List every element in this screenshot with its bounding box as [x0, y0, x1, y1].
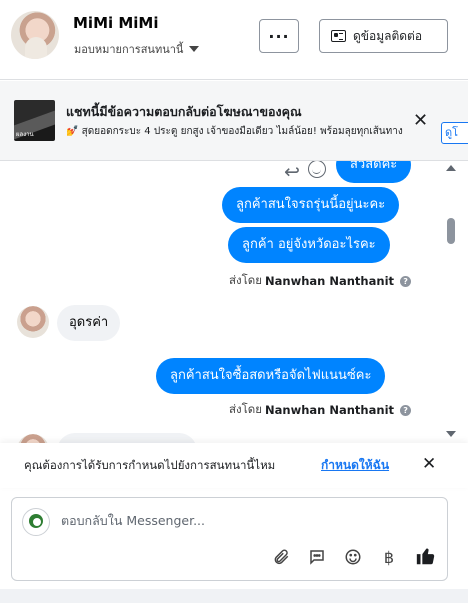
assign-prompt-text: คุณต้องการได้รับการกำหนดไปยังการสนทนานี้… — [24, 458, 276, 472]
emoji-reaction-icon[interactable] — [308, 161, 326, 178]
id-card-icon — [331, 30, 346, 42]
sender-name: Nanwhan Nanthanit — [265, 274, 395, 288]
more-button[interactable]: ··· — [259, 19, 299, 53]
message-composer: ฿ — [11, 497, 448, 581]
ad-thumbnail[interactable] — [14, 100, 55, 141]
outgoing-message[interactable]: สวัสดีค่ะ — [336, 161, 412, 183]
avatar[interactable] — [11, 11, 59, 59]
page-logo — [22, 508, 50, 536]
more-icon: ··· — [268, 26, 290, 46]
sent-by-label: ส่งโดย — [229, 402, 263, 416]
close-icon[interactable]: ✕ — [413, 112, 428, 130]
emoji-icon[interactable] — [342, 546, 364, 568]
help-icon[interactable]: ? — [400, 404, 412, 416]
assign-to-me-link[interactable]: กำหนดให้ฉัน — [321, 456, 389, 475]
chevron-down-icon — [189, 46, 200, 52]
message-thread[interactable]: ↩ สวัสดีค่ะ ลูกค้าสนใจรถรุ่นนี้อยู่นะคะ … — [0, 161, 468, 443]
outgoing-message[interactable]: ลูกค้า อยู่จังหวัดอะไรคะ — [228, 227, 390, 263]
sent-by-line: ส่งโดย Nanwhan Nanthanit ? — [229, 401, 412, 419]
scrollbar-thumb[interactable] — [447, 218, 455, 244]
sender-name: Nanwhan Nanthanit — [265, 403, 395, 417]
saved-reply-icon[interactable] — [306, 546, 328, 568]
banner-subtitle: 💅 สุดยอดกระบะ 4 ประตู ยกสูง เจ้าของมือเด… — [66, 126, 403, 137]
avatar[interactable] — [17, 434, 49, 443]
attachment-icon[interactable] — [270, 546, 292, 568]
help-icon[interactable]: ? — [400, 275, 412, 287]
view-ad-button[interactable]: ดูโ — [441, 122, 468, 144]
view-contact-button[interactable]: ดูข้อมูลติดต่อ — [319, 19, 448, 53]
assign-prompt: คุณต้องการได้รับการกำหนดไปยังการสนทนานี้… — [0, 443, 468, 488]
thumbs-up-icon[interactable] — [415, 545, 437, 567]
outgoing-message[interactable]: ลูกค้าสนใจซื้อสดหรือจัดไฟแนนซ์คะ — [156, 358, 386, 394]
incoming-message[interactable] — [57, 433, 197, 443]
reply-icon[interactable]: ↩ — [284, 161, 300, 183]
conversation-header: MiMi MiMi มอบหมายการสนทนานี้ ··· ดูข้อมู… — [0, 0, 468, 80]
banner-title: แชทนี้มีข้อความตอบกลับต่อโฆษณาของคุณ — [66, 104, 302, 119]
bottom-strip — [0, 589, 468, 603]
scroll-down-arrow[interactable] — [446, 431, 456, 437]
reply-input[interactable] — [61, 513, 421, 528]
outgoing-message[interactable]: ลูกค้าสนใจรถรุ่นนี้อยู่นะคะ — [222, 187, 400, 223]
close-icon[interactable]: ✕ — [422, 454, 436, 474]
assign-label: มอบหมายการสนทนานี้ — [74, 43, 184, 56]
incoming-message[interactable]: อุดรค่า — [57, 305, 121, 341]
ad-reply-banner: แชทนี้มีข้อความตอบกลับต่อโฆษณาของคุณ 💅 ส… — [0, 81, 468, 161]
sent-by-label: ส่งโดย — [229, 273, 263, 287]
avatar[interactable] — [17, 306, 49, 338]
contact-name[interactable]: MiMi MiMi — [73, 14, 159, 32]
assign-dropdown[interactable]: มอบหมายการสนทนานี้ — [74, 40, 200, 58]
baht-icon[interactable]: ฿ — [378, 546, 400, 568]
scroll-up-arrow[interactable] — [446, 165, 456, 171]
sent-by-line: ส่งโดย Nanwhan Nanthanit ? — [229, 272, 412, 290]
view-contact-label: ดูข้อมูลติดต่อ — [353, 28, 423, 43]
